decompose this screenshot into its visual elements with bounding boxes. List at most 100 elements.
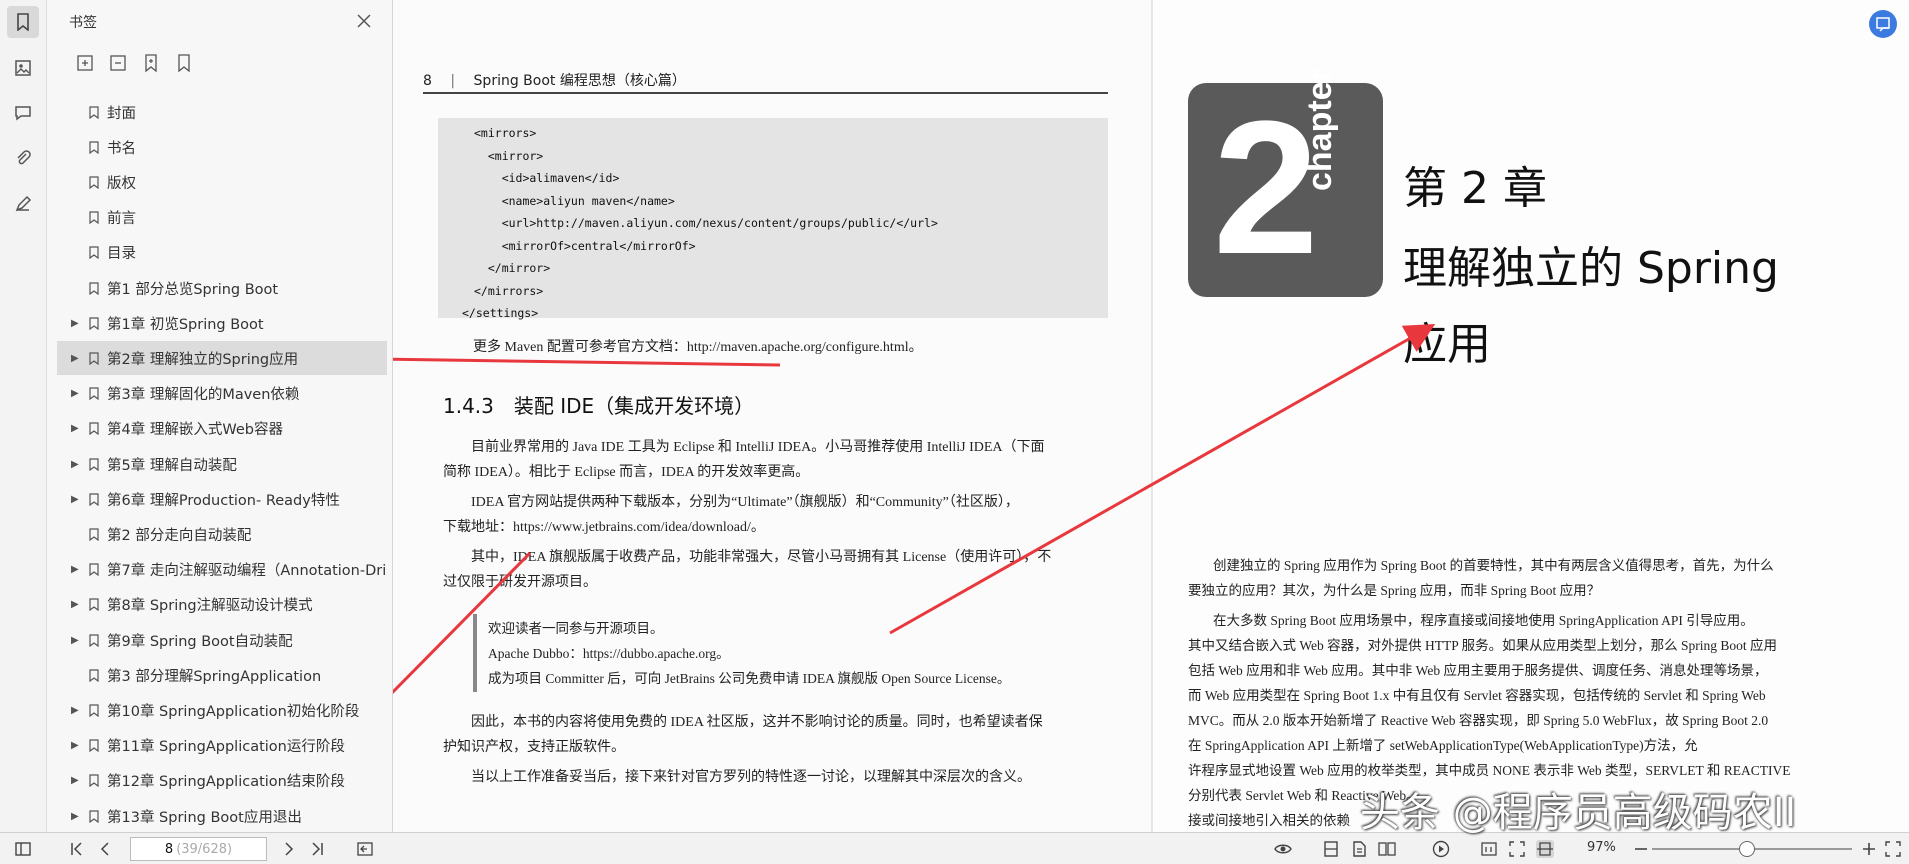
zoom-in-icon[interactable]	[1860, 840, 1878, 858]
bookmark-label: 第10章 SpringApplication初始化阶段	[107, 703, 360, 720]
comment-icon[interactable]	[7, 97, 39, 129]
bookmark-label: 第2章 理解独立的Spring应用	[107, 351, 299, 368]
bookmark-item[interactable]: ▶ 第11章 SpringApplication运行阶段	[57, 729, 387, 763]
bookmark-item[interactable]: 目录	[57, 236, 387, 270]
back-icon[interactable]	[356, 840, 374, 858]
bookmark-item[interactable]: 第1 部分总览Spring Boot	[57, 271, 387, 305]
bookmark-item[interactable]: ▶ 第2章 理解独立的Spring应用	[57, 341, 387, 376]
actual-size-icon[interactable]	[1480, 840, 1498, 858]
bookmark-item[interactable]: ▶ 第4章 理解嵌入式Web容器	[57, 412, 387, 446]
bookmark-label: 封面	[107, 105, 136, 122]
bookmark-item[interactable]: 书名	[57, 130, 387, 164]
expand-arrow-icon[interactable]: ▶	[71, 388, 81, 399]
bookmark-label: 第6章 理解Production- Ready特性	[107, 492, 340, 509]
document-view[interactable]: 8 | Spring Boot 编程思想（核心篇） <mirrors> <mir…	[393, 0, 1909, 832]
bookmark-label: 第5章 理解自动装配	[107, 457, 237, 474]
bookmark-item[interactable]: 第2 部分走向自动装配	[57, 517, 387, 551]
expand-arrow-icon[interactable]: ▶	[71, 459, 81, 470]
two-page-icon[interactable]	[1378, 840, 1396, 858]
zoom-slider-handle[interactable]	[1739, 841, 1755, 857]
bookmark-item[interactable]: ▶ 第10章 SpringApplication初始化阶段	[57, 693, 387, 727]
bookmark-label: 第12章 SpringApplication结束阶段	[107, 774, 345, 791]
bookmark-icon	[89, 669, 99, 682]
sidebar-toggle-icon[interactable]	[14, 840, 32, 858]
expand-arrow-icon[interactable]: ▶	[71, 705, 81, 716]
single-page-icon[interactable]	[1322, 840, 1340, 858]
bookmark-label: 第8章 Spring注解驱动设计模式	[107, 598, 313, 615]
bookmark-item[interactable]: ▶ 第8章 Spring注解驱动设计模式	[57, 588, 387, 622]
fit-width-icon[interactable]	[1536, 840, 1554, 858]
bookmark-item[interactable]: ▶ 第6章 理解Production- Ready特性	[57, 482, 387, 516]
bookmark-icon	[89, 211, 99, 225]
bookmark-item[interactable]: 封面	[57, 95, 387, 129]
bookmark-icon	[89, 739, 99, 753]
expand-arrow-icon[interactable]: ▶	[71, 318, 81, 329]
expand-arrow-icon[interactable]: ▶	[71, 353, 81, 364]
bookmark-icon	[89, 422, 99, 436]
bookmark-icon	[89, 563, 99, 577]
bookmark-label: 前言	[107, 211, 136, 228]
bookmark-icon	[89, 493, 99, 506]
fit-page-icon[interactable]	[1508, 840, 1526, 858]
prev-page-icon[interactable]	[96, 840, 114, 858]
collapse-all-icon[interactable]	[108, 53, 128, 73]
bookmark-item[interactable]: ▶ 第9章 Spring Boot自动装配	[57, 623, 387, 657]
bookmark-item[interactable]: 前言	[57, 201, 387, 235]
next-page-icon[interactable]	[280, 840, 298, 858]
play-icon[interactable]	[1432, 840, 1450, 858]
zoom-level[interactable]: 97%	[1587, 840, 1616, 855]
bookmark-item[interactable]: ▶ 第7章 走向注解驱动编程（Annotation-Dri	[57, 553, 387, 587]
left-rail	[0, 0, 47, 832]
last-page-icon[interactable]	[308, 840, 326, 858]
panel-title: 书签	[69, 15, 97, 31]
attachment-icon[interactable]	[7, 142, 39, 174]
bookmark-icon	[89, 704, 99, 717]
page-input[interactable]: 8 (39/628)	[130, 837, 267, 861]
expand-arrow-icon[interactable]: ▶	[71, 811, 81, 822]
expand-all-icon[interactable]	[75, 53, 95, 73]
expand-arrow-icon[interactable]: ▶	[71, 599, 81, 610]
bookmark-icon	[89, 105, 99, 119]
bookmark-item[interactable]: ▶ 第1章 初览Spring Boot	[57, 306, 387, 340]
expand-arrow-icon[interactable]: ▶	[71, 740, 81, 751]
document-icon[interactable]	[1350, 840, 1368, 858]
expand-arrow-icon[interactable]: ▶	[71, 494, 81, 505]
bookmark-icon	[89, 528, 99, 541]
close-icon[interactable]	[354, 11, 374, 31]
page-current: 8	[164, 841, 174, 857]
bookmark-label: 第13章 Spring Boot应用退出	[107, 809, 302, 826]
bookmark-label: 版权	[107, 175, 136, 192]
expand-arrow-icon[interactable]: ▶	[71, 635, 81, 646]
bookmark-icon	[89, 457, 99, 471]
bookmark-label: 第2 部分走向自动装配	[107, 527, 252, 544]
eye-icon[interactable]	[1274, 840, 1292, 858]
zoom-out-icon[interactable]	[1632, 840, 1650, 858]
expand-arrow-icon[interactable]: ▶	[71, 564, 81, 575]
expand-arrow-icon[interactable]: ▶	[71, 775, 81, 786]
bookmark-item[interactable]: ▶ 第13章 Spring Boot应用退出	[57, 799, 387, 833]
add-bookmark-icon[interactable]	[141, 53, 161, 73]
bookmark-label: 第11章 SpringApplication运行阶段	[107, 739, 345, 756]
bookmark-icon	[89, 633, 99, 647]
fullscreen-icon[interactable]	[1884, 840, 1902, 858]
bookmark-label: 第7章 走向注解驱动编程（Annotation-Dri	[107, 563, 387, 580]
bookmark-label: 第9章 Spring Boot自动装配	[107, 633, 293, 650]
arrow-to-chapter-title	[889, 324, 1436, 635]
expand-arrow-icon[interactable]: ▶	[71, 423, 81, 434]
bookmark-label: 第1 部分总览Spring Boot	[107, 281, 279, 298]
remove-bookmark-icon[interactable]	[174, 53, 194, 73]
bookmark-label: 第3章 理解固化的Maven依赖	[107, 387, 300, 404]
bookmark-item[interactable]: ▶ 第3章 理解固化的Maven依赖	[57, 377, 387, 411]
bookmark-item[interactable]: ▶ 第5章 理解自动装配	[57, 447, 387, 481]
bookmark-item[interactable]: ▶ 第12章 SpringApplication结束阶段	[57, 764, 387, 798]
signature-icon[interactable]	[7, 188, 39, 220]
bookmark-label: 第1章 初览Spring Boot	[107, 316, 264, 333]
first-page-icon[interactable]	[68, 840, 86, 858]
bookmark-icon	[89, 141, 99, 154]
annotation-arrows	[393, 324, 1436, 695]
bookmark-label: 目录	[107, 246, 136, 263]
bookmark-panel-icon[interactable]	[7, 6, 39, 38]
bookmark-item[interactable]: 版权	[57, 165, 387, 199]
thumbnail-icon[interactable]	[7, 52, 39, 84]
bookmark-item[interactable]: 第3 部分理解SpringApplication	[57, 658, 387, 692]
